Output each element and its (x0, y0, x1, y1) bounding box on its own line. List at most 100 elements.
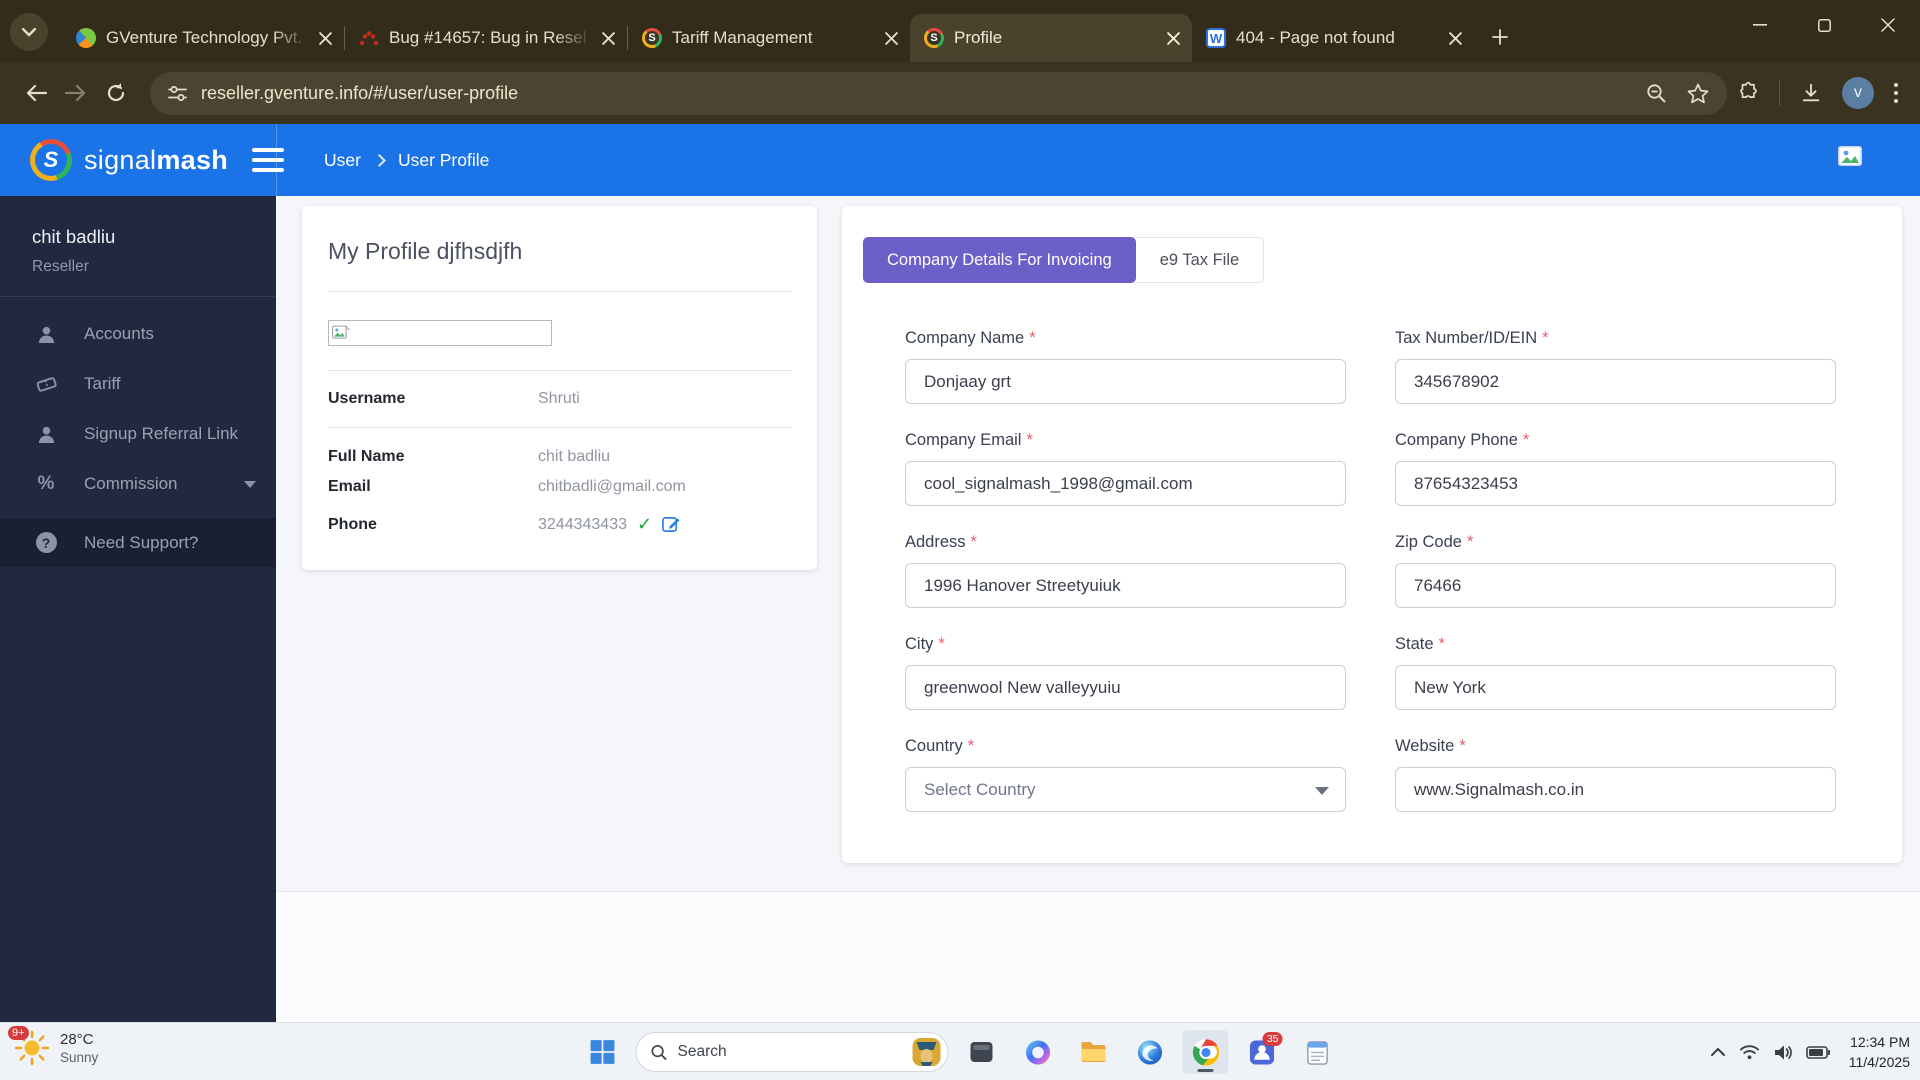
sidebar-item-signup-referral-link[interactable]: Signup Referral Link (0, 409, 276, 459)
tab-title: Tariff Management (672, 28, 875, 48)
teams-chat-button[interactable]: 35 (1239, 1030, 1285, 1074)
chevron-down-icon (244, 481, 256, 488)
header-broken-image-icon (1838, 146, 1862, 166)
tab-bug[interactable]: Bug #14657: Bug in Resel (345, 14, 627, 62)
clock-time: 12:34 PM (1849, 1032, 1910, 1052)
field-label: Address (905, 533, 966, 551)
taskbar-search-box[interactable]: Search (636, 1032, 949, 1072)
forward-icon[interactable] (56, 73, 96, 113)
tabs-row: GVenture Technology Pvt. Bug #14657: Bug… (62, 0, 1518, 62)
sidebar-item-need-support[interactable]: ? Need Support? (0, 517, 276, 567)
tab-close-icon[interactable] (1167, 32, 1180, 45)
sidebar-item-accounts[interactable]: Accounts (0, 309, 276, 359)
reload-icon[interactable] (96, 73, 136, 113)
notepad-icon (1306, 1039, 1330, 1066)
field-company-phone: Company Phone* 87654323453 (1395, 431, 1836, 506)
company-details-card: Company Details For Invoicing e9 Tax Fil… (842, 206, 1902, 863)
downloads-icon[interactable] (1800, 82, 1822, 104)
bookmark-star-icon[interactable] (1687, 83, 1709, 104)
signalmash-logo-icon: S (30, 139, 72, 181)
search-highlight-character-icon[interactable] (911, 1036, 943, 1068)
company-email-input[interactable]: cool_signalmash_1998@gmail.com (905, 461, 1346, 506)
tab-close-icon[interactable] (602, 32, 615, 45)
tab-gventure[interactable]: GVenture Technology Pvt. (62, 14, 344, 62)
field-label: Website (1395, 737, 1454, 755)
back-icon[interactable] (16, 73, 56, 113)
tax-number-input[interactable]: 345678902 (1395, 359, 1836, 404)
minimize-button[interactable] (1728, 0, 1792, 50)
task-view-button[interactable] (959, 1030, 1005, 1074)
required-asterisk: * (938, 635, 944, 653)
edit-phone-icon[interactable] (662, 515, 681, 534)
company-name-input[interactable]: Donjaay grt (905, 359, 1346, 404)
sidebar-item-commission[interactable]: % Commission (0, 459, 276, 509)
browser-toolbar: reseller.gventure.info/#/user/user-profi… (0, 62, 1920, 124)
tab-tariff[interactable]: S Tariff Management (628, 14, 910, 62)
required-asterisk: * (968, 737, 974, 755)
sidebar-user-name: chit badliu (32, 226, 276, 248)
zip-code-input[interactable]: 76466 (1395, 563, 1836, 608)
field-state: State* New York (1395, 635, 1836, 710)
required-asterisk: * (1542, 329, 1548, 347)
profile-avatar[interactable]: v (1842, 77, 1874, 109)
company-phone-input[interactable]: 87654323453 (1395, 461, 1836, 506)
chrome-button[interactable] (1183, 1030, 1229, 1074)
tray-chevron-up-icon[interactable] (1710, 1047, 1726, 1057)
taskbar-weather-widget[interactable]: 9+ 28°C Sunny (14, 1030, 98, 1066)
required-asterisk: * (1467, 533, 1473, 551)
start-button[interactable] (580, 1030, 626, 1074)
tab-e9-tax-file[interactable]: e9 Tax File (1136, 237, 1265, 283)
field-label: Company Email (905, 431, 1021, 449)
breadcrumb-user[interactable]: User (324, 150, 361, 171)
state-input[interactable]: New York (1395, 665, 1836, 710)
divider (328, 291, 791, 292)
tab-title: Bug #14657: Bug in Resel (389, 28, 592, 48)
volume-icon[interactable] (1773, 1044, 1793, 1061)
website-input[interactable]: www.Signalmash.co.in (1395, 767, 1836, 812)
sidebar-user-block: chit badliu Reseller (0, 196, 276, 297)
extensions-icon[interactable] (1737, 82, 1759, 104)
field-label: Country (905, 737, 963, 755)
file-explorer-button[interactable] (1071, 1030, 1117, 1074)
zoom-out-icon[interactable] (1646, 83, 1667, 104)
tab-close-icon[interactable] (885, 32, 898, 45)
battery-icon[interactable] (1806, 1046, 1830, 1059)
site-settings-icon[interactable] (168, 85, 187, 102)
sidebar: chit badliu Reseller Accounts Tariff S (0, 196, 276, 1022)
sidebar-user-role: Reseller (32, 258, 276, 276)
city-input[interactable]: greenwool New valleyyuiu (905, 665, 1346, 710)
profile-photo-broken-image[interactable] (328, 320, 552, 346)
edge-browser-button[interactable] (1127, 1030, 1173, 1074)
browser-menu-icon[interactable] (1894, 83, 1898, 103)
new-tab-button[interactable] (1482, 19, 1518, 55)
profile-row-phone: Phone 3244343433 ✓ (328, 502, 791, 535)
profile-row-fullname: Full Name chit badliu (328, 428, 791, 472)
tab-search-chevron-icon[interactable] (10, 13, 48, 51)
main-content: My Profile djfhsdjfh Username Shruti Ful… (276, 196, 1920, 1022)
tab-404[interactable]: W 404 - Page not found (1192, 14, 1474, 62)
field-label: Company Phone (1395, 431, 1518, 449)
tab-company-details-for-invoicing[interactable]: Company Details For Invoicing (863, 237, 1136, 283)
address-bar[interactable]: reseller.gventure.info/#/user/user-profi… (150, 72, 1727, 115)
field-label: State (1395, 635, 1434, 653)
sidebar-item-tariff[interactable]: Tariff (0, 359, 276, 409)
close-window-button[interactable] (1856, 0, 1920, 50)
notepad-button[interactable] (1295, 1030, 1341, 1074)
tab-close-icon[interactable] (319, 32, 332, 45)
hamburger-menu-icon[interactable] (252, 148, 284, 172)
taskbar-clock[interactable]: 12:34 PM 11/4/2025 (1849, 1032, 1910, 1073)
country-select[interactable]: Select Country (905, 767, 1346, 812)
url-text[interactable]: reseller.gventure.info/#/user/user-profi… (201, 83, 1632, 104)
sidebar-item-label: Accounts (84, 324, 256, 344)
row-value: Shruti (538, 390, 580, 408)
maximize-button[interactable] (1792, 0, 1856, 50)
sidebar-item-label: Commission (84, 474, 218, 494)
windows-taskbar: 9+ 28°C Sunny Search (0, 1022, 1920, 1080)
copilot-button[interactable] (1015, 1030, 1061, 1074)
tab-close-icon[interactable] (1449, 32, 1462, 45)
tab-profile-active[interactable]: S Profile (910, 14, 1192, 62)
address-input[interactable]: 1996 Hanover Streetyuiuk (905, 563, 1346, 608)
wifi-icon[interactable] (1739, 1044, 1760, 1060)
redmine-favicon-icon (359, 28, 379, 48)
toolbar-separator (1779, 80, 1780, 106)
